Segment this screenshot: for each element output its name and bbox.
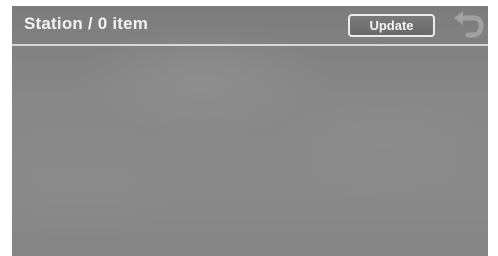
station-screen: Station / 0 item Update bbox=[12, 6, 488, 256]
back-button[interactable] bbox=[450, 10, 484, 42]
header-bar: Station / 0 item Update bbox=[12, 6, 488, 44]
back-arrow-icon bbox=[454, 11, 484, 38]
device-frame: Station / 0 item Update bbox=[0, 0, 498, 256]
station-list bbox=[12, 46, 488, 256]
page-title: Station / 0 item bbox=[24, 14, 149, 33]
update-button[interactable]: Update bbox=[348, 14, 435, 37]
